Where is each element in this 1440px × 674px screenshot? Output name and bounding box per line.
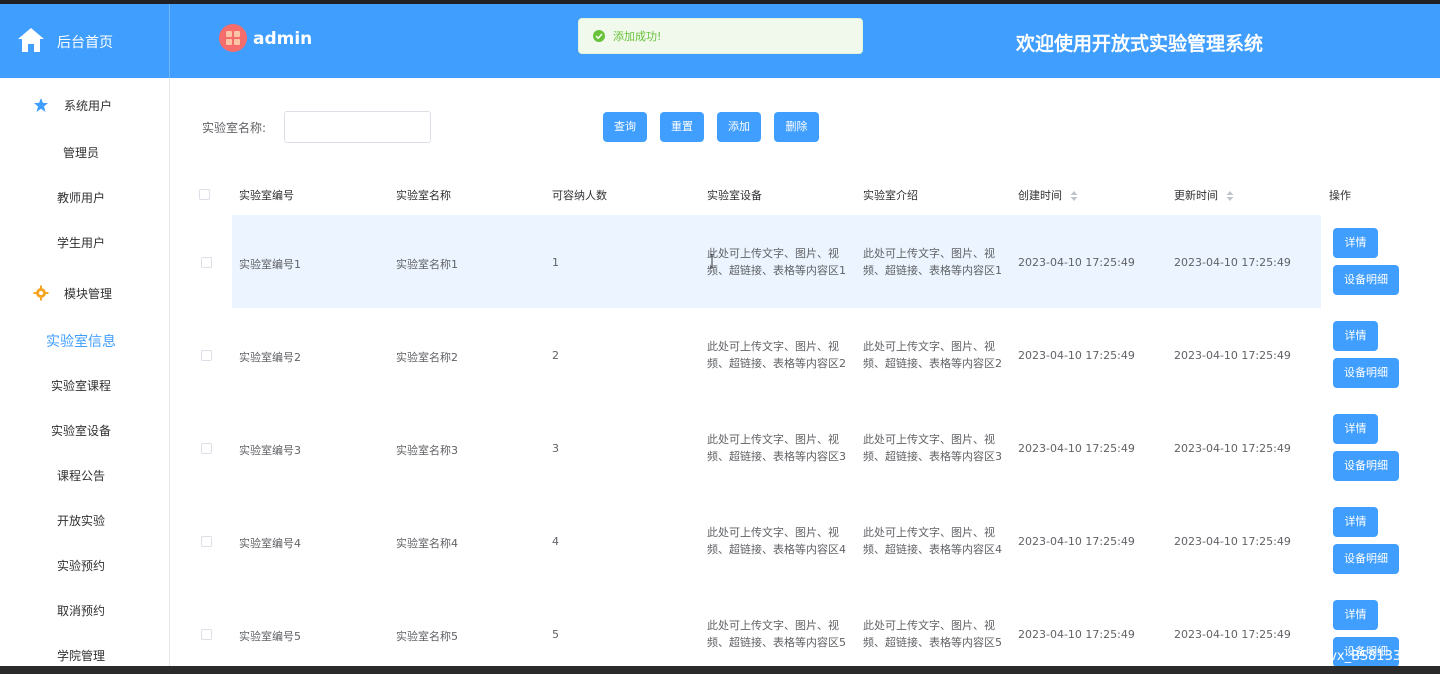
window-bottom-bar [0, 666, 1440, 674]
page-title: 欢迎使用开放式实验管理系统 [1016, 33, 1264, 55]
cell-equipment: 此处可上传文字、图片、视频、超链接、表格等内容区3 [707, 433, 846, 463]
cell-code: 实验室编号5 [239, 630, 301, 643]
sidebar-item-teachers[interactable]: 教师用户 [0, 189, 162, 206]
sidebar-group-label: 系统用户 [64, 98, 113, 113]
sort-icon[interactable] [1226, 191, 1234, 201]
cell-updated: 2023-04-10 17:25:49 [1174, 535, 1291, 548]
table-row[interactable]: 实验室编号2 实验室名称2 2 此处可上传文字、图片、视频、超链接、表格等内容区… [0, 308, 1440, 401]
cell-intro: 此处可上传文字、图片、视频、超链接、表格等内容区1 [863, 247, 1002, 277]
cell-intro: 此处可上传文字、图片、视频、超链接、表格等内容区5 [863, 619, 1002, 649]
column-header-created-label: 创建时间 [1018, 189, 1062, 202]
home-icon [18, 28, 44, 52]
column-header-equipment: 实验室设备 [707, 189, 762, 202]
watermark: CSDN @vx_BS81330 [1275, 649, 1410, 664]
select-all-checkbox[interactable] [199, 189, 210, 200]
query-button[interactable]: 查询 [603, 112, 647, 142]
column-header-intro: 实验室介绍 [863, 189, 918, 202]
cell-created: 2023-04-10 17:25:49 [1018, 256, 1135, 269]
cell-created: 2023-04-10 17:25:49 [1018, 628, 1135, 641]
cell-code: 实验室编号2 [239, 351, 301, 364]
equipment-detail-button[interactable]: 设备明细 [1333, 451, 1399, 481]
add-button[interactable]: 添加 [717, 112, 761, 142]
row-checkbox[interactable] [201, 629, 212, 640]
cell-intro: 此处可上传文字、图片、视频、超链接、表格等内容区4 [863, 526, 1002, 556]
cell-created: 2023-04-10 17:25:49 [1018, 442, 1135, 455]
sidebar-item-admins[interactable]: 管理员 [0, 144, 162, 161]
search-label: 实验室名称: [202, 121, 267, 135]
cell-name: 实验室名称1 [396, 258, 458, 271]
row-checkbox[interactable] [201, 443, 212, 454]
equipment-detail-button[interactable]: 设备明细 [1333, 358, 1399, 388]
cell-updated: 2023-04-10 17:25:49 [1174, 256, 1291, 269]
cell-capacity: 3 [552, 442, 559, 455]
cell-equipment: 此处可上传文字、图片、视频、超链接、表格等内容区2 [707, 340, 846, 370]
detail-button[interactable]: 详情 [1333, 228, 1378, 258]
cell-equipment: 此处可上传文字、图片、视频、超链接、表格等内容区1 [707, 247, 846, 277]
cell-created: 2023-04-10 17:25:49 [1018, 349, 1135, 362]
cell-capacity: 4 [552, 535, 559, 548]
row-checkbox[interactable] [201, 536, 212, 547]
cell-intro: 此处可上传文字、图片、视频、超链接、表格等内容区2 [863, 340, 1002, 370]
cell-capacity: 5 [552, 628, 559, 641]
cell-updated: 2023-04-10 17:25:49 [1174, 628, 1291, 641]
column-header-actions: 操作 [1329, 189, 1351, 202]
success-toast: 添加成功! [578, 18, 863, 54]
lab-name-search-input[interactable] [284, 111, 431, 143]
column-header-capacity: 可容纳人数 [552, 189, 607, 202]
table-row[interactable]: 实验室编号4 实验室名称4 4 此处可上传文字、图片、视频、超链接、表格等内容区… [0, 494, 1440, 587]
success-check-icon [593, 30, 605, 42]
cell-capacity: 1 [552, 256, 559, 269]
detail-button[interactable]: 详情 [1333, 507, 1378, 537]
column-header-updated-label: 更新时间 [1174, 189, 1218, 202]
delete-button[interactable]: 删除 [774, 112, 819, 142]
column-header-created[interactable]: 创建时间 [1018, 187, 1078, 203]
star-icon [34, 98, 48, 112]
sort-icon[interactable] [1070, 191, 1078, 201]
cell-name: 实验室名称4 [396, 537, 458, 550]
cell-code: 实验室编号3 [239, 444, 301, 457]
equipment-detail-button[interactable]: 设备明细 [1333, 265, 1399, 295]
text-cursor-icon [710, 254, 714, 268]
column-header-updated[interactable]: 更新时间 [1174, 187, 1234, 203]
cell-equipment: 此处可上传文字、图片、视频、超链接、表格等内容区5 [707, 619, 846, 649]
cell-updated: 2023-04-10 17:25:49 [1174, 349, 1291, 362]
cell-code: 实验室编号4 [239, 537, 301, 550]
detail-button[interactable]: 详情 [1333, 600, 1378, 630]
sidebar-group-system-users[interactable]: 系统用户 [0, 90, 170, 120]
cell-name: 实验室名称2 [396, 351, 458, 364]
cell-created: 2023-04-10 17:25:49 [1018, 535, 1135, 548]
header-home-area[interactable]: 后台首页 [0, 4, 170, 78]
header-home-label[interactable]: 后台首页 [57, 32, 113, 52]
toast-message: 添加成功! [613, 30, 662, 43]
table-row[interactable]: 实验室编号1 实验室名称1 1 此处可上传文字、图片、视频、超链接、表格等内容区… [0, 215, 1440, 308]
cell-name: 实验室名称3 [396, 444, 458, 457]
detail-button[interactable]: 详情 [1333, 414, 1378, 444]
avatar[interactable] [219, 24, 247, 52]
equipment-detail-button[interactable]: 设备明细 [1333, 544, 1399, 574]
column-header-name: 实验室名称 [396, 189, 451, 202]
row-checkbox[interactable] [201, 257, 212, 268]
table-row[interactable]: 实验室编号3 实验室名称3 3 此处可上传文字、图片、视频、超链接、表格等内容区… [0, 401, 1440, 494]
cell-name: 实验室名称5 [396, 630, 458, 643]
table-row[interactable]: 实验室编号5 实验室名称5 5 此处可上传文字、图片、视频、超链接、表格等内容区… [0, 587, 1440, 666]
cell-code: 实验室编号1 [239, 258, 301, 271]
cell-updated: 2023-04-10 17:25:49 [1174, 442, 1291, 455]
cell-intro: 此处可上传文字、图片、视频、超链接、表格等内容区3 [863, 433, 1002, 463]
reset-button[interactable]: 重置 [660, 112, 704, 142]
row-checkbox[interactable] [201, 350, 212, 361]
detail-button[interactable]: 详情 [1333, 321, 1378, 351]
column-header-code: 实验室编号 [239, 189, 294, 202]
cell-capacity: 2 [552, 349, 559, 362]
cell-equipment: 此处可上传文字、图片、视频、超链接、表格等内容区4 [707, 526, 846, 556]
user-name[interactable]: admin [253, 29, 312, 49]
